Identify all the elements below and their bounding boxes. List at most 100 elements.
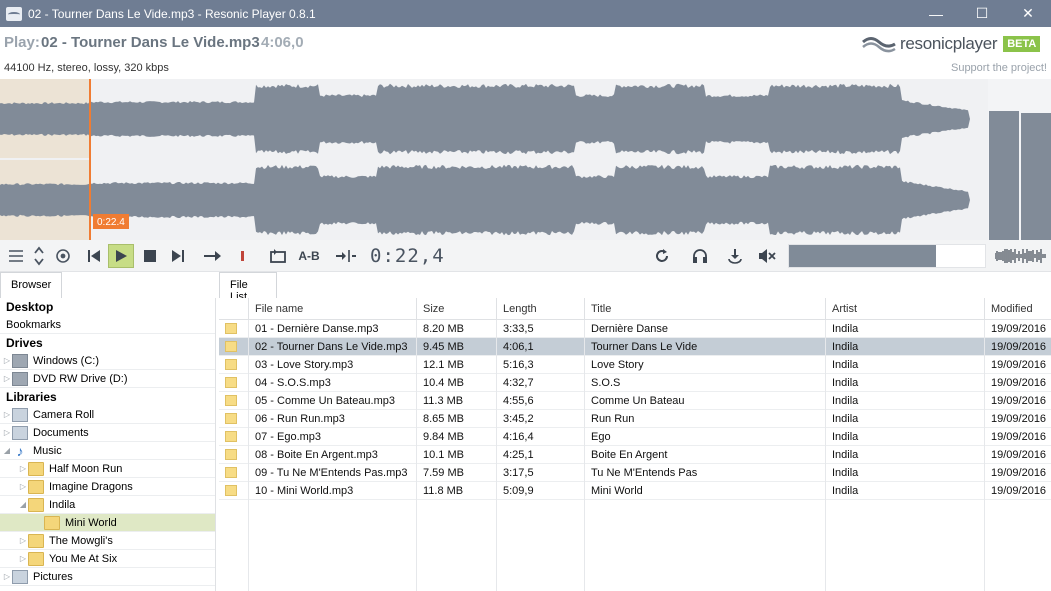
column-header-title[interactable]: Title xyxy=(584,298,825,320)
record-marker-icon[interactable] xyxy=(232,244,254,268)
file-row[interactable]: 06 - Run Run.mp3 8.65 MB 3:45,2 Run Run Indi… xyxy=(219,410,1051,428)
previous-track-button[interactable] xyxy=(82,244,106,268)
volume-up-down-icon[interactable] xyxy=(30,244,48,268)
play-button[interactable] xyxy=(108,244,134,268)
column-header-length[interactable]: Length xyxy=(496,298,584,320)
browser-item-mini-world[interactable]: Mini World xyxy=(0,514,215,532)
loop-icon[interactable] xyxy=(266,244,290,268)
download-icon[interactable] xyxy=(722,244,748,268)
cell-artist: Indila xyxy=(825,446,984,464)
file-row[interactable]: 07 - Ego.mp3 9.84 MB 4:16,4 Ego Indila 19/09/… xyxy=(219,428,1051,446)
expanded-arrow-icon[interactable]: ◢ xyxy=(2,446,12,455)
library-icon xyxy=(12,407,28,422)
cell-modified: 19/09/2016 xyxy=(984,338,1051,356)
browser-item-indila[interactable]: ◢ Indila xyxy=(0,496,215,514)
audio-file-icon xyxy=(225,359,237,370)
cell-artist: Indila xyxy=(825,374,984,392)
folder-icon xyxy=(28,461,44,476)
column-divider xyxy=(416,320,417,591)
browser-item-libraries[interactable]: Libraries xyxy=(0,388,215,406)
collapsed-arrow-icon[interactable]: ▷ xyxy=(2,572,12,581)
support-link[interactable]: Support the project! xyxy=(951,62,1047,74)
cell-title: Love Story xyxy=(584,356,825,374)
file-row[interactable]: 10 - Mini World.mp3 11.8 MB 5:09,9 Mini Wor… xyxy=(219,482,1051,500)
browser-item-documents[interactable]: ▷ Documents xyxy=(0,424,215,442)
skip-silence-icon[interactable] xyxy=(332,244,360,268)
file-row[interactable]: 03 - Love Story.mp3 12.1 MB 5:16,3 Love Sto… xyxy=(219,356,1051,374)
browser-tree: Desktop Bookmarks Drives ▷ Windows (C:) ▷ DVD … xyxy=(0,298,216,591)
collapsed-arrow-icon[interactable]: ▷ xyxy=(18,554,28,563)
waveform-graphic[interactable]: 0:22.4 xyxy=(0,79,988,240)
column-header-file-name[interactable]: File name xyxy=(248,298,416,320)
browser-item-imagine-dragons[interactable]: ▷ Imagine Dragons xyxy=(0,478,215,496)
browser-item-drives[interactable]: Drives xyxy=(0,334,215,352)
collapsed-arrow-icon[interactable]: ▷ xyxy=(2,410,12,419)
logo-wordmark: resonicplayer xyxy=(900,34,998,53)
vu-left-bar xyxy=(989,111,1019,240)
file-row[interactable]: 04 - S.O.S.mp3 10.4 MB 4:32,7 S.O.S Indila 19… xyxy=(219,374,1051,392)
browser-item-label: DVD RW Drive (D:) xyxy=(33,372,128,385)
autoplay-next-icon[interactable] xyxy=(200,244,226,268)
time-display: 0:22,4 xyxy=(370,245,445,267)
maximize-button[interactable]: ☐ xyxy=(959,0,1005,27)
browser-item-dvd-rw-drive-d[interactable]: ▷ DVD RW Drive (D:) xyxy=(0,370,215,388)
column-header-icon[interactable] xyxy=(219,298,248,320)
file-row[interactable]: 01 - Dernière Danse.mp3 8.20 MB 3:33,5 Dern… xyxy=(219,320,1051,338)
cell-size: 12.1 MB xyxy=(416,356,496,374)
cell-file-name: 06 - Run Run.mp3 xyxy=(248,410,416,428)
close-button[interactable]: ✕ xyxy=(1005,0,1051,27)
collapsed-arrow-icon[interactable]: ▷ xyxy=(2,428,12,437)
cell-length: 5:09,9 xyxy=(496,482,584,500)
browser-item-music[interactable]: ◢ ♪ Music xyxy=(0,442,215,460)
volume-slider[interactable] xyxy=(788,244,986,268)
ab-loop-button[interactable]: A-B xyxy=(294,244,324,268)
tab-file-list[interactable]: File List xyxy=(219,272,277,303)
file-row[interactable]: 02 - Tourner Dans Le Vide.mp3 9.45 MB 4:06… xyxy=(219,338,1051,356)
browser-item-you-me-at-six[interactable]: ▷ You Me At Six xyxy=(0,550,215,568)
cell-size: 9.84 MB xyxy=(416,428,496,446)
browser-item-bookmarks[interactable]: Bookmarks xyxy=(0,316,215,334)
browser-item-camera-roll[interactable]: ▷ Camera Roll xyxy=(0,406,215,424)
cell-length: 4:25,1 xyxy=(496,446,584,464)
file-row[interactable]: 08 - Boite En Argent.mp3 10.1 MB 4:25,1 Boi… xyxy=(219,446,1051,464)
collapsed-arrow-icon[interactable]: ▷ xyxy=(2,374,12,383)
mute-icon[interactable] xyxy=(754,244,780,268)
column-header-artist[interactable]: Artist xyxy=(825,298,984,320)
list-menu-icon[interactable] xyxy=(6,244,26,268)
collapsed-arrow-icon[interactable]: ▷ xyxy=(18,482,28,491)
stop-button[interactable] xyxy=(138,244,162,268)
cell-artist: Indila xyxy=(825,320,984,338)
cell-title: Boite En Argent xyxy=(584,446,825,464)
tab-browser[interactable]: Browser xyxy=(0,272,62,298)
cell-artist: Indila xyxy=(825,482,984,500)
collapsed-arrow-icon[interactable]: ▷ xyxy=(2,356,12,365)
library-icon xyxy=(12,569,28,584)
collapsed-arrow-icon[interactable]: ▷ xyxy=(18,536,28,545)
minimize-button[interactable]: — xyxy=(913,0,959,27)
browser-item-the-mowgli-s[interactable]: ▷ The Mowgli's xyxy=(0,532,215,550)
file-row[interactable]: 05 - Comme Un Bateau.mp3 11.3 MB 4:55,6 Com… xyxy=(219,392,1051,410)
column-header-modified[interactable]: Modified xyxy=(984,298,1051,320)
cell-size: 11.8 MB xyxy=(416,482,496,500)
browser-item-label: Desktop xyxy=(6,300,54,314)
browser-item-desktop[interactable]: Desktop xyxy=(0,298,215,316)
file-row[interactable]: 09 - Tu Ne M'Entends Pas.mp3 7.59 MB 3:17,… xyxy=(219,464,1051,482)
cell-file-name: 08 - Boite En Argent.mp3 xyxy=(248,446,416,464)
browser-item-windows-c[interactable]: ▷ Windows (C:) xyxy=(0,352,215,370)
audio-file-icon xyxy=(225,449,237,460)
browser-item-half-moon-run[interactable]: ▷ Half Moon Run xyxy=(0,460,215,478)
vu-right-bar xyxy=(1021,113,1051,240)
reload-icon[interactable] xyxy=(650,244,674,268)
target-icon[interactable] xyxy=(52,244,74,268)
column-header-size[interactable]: Size xyxy=(416,298,496,320)
headphones-icon[interactable] xyxy=(688,244,712,268)
waveform[interactable]: 0:22.4 xyxy=(0,79,988,240)
browser-item-pictures[interactable]: ▷ Pictures xyxy=(0,568,215,586)
collapsed-arrow-icon[interactable]: ▷ xyxy=(18,464,28,473)
expanded-arrow-icon[interactable]: ◢ xyxy=(18,500,28,509)
file-list-table: File name Size Length Title Artist Modified 0… xyxy=(219,298,1051,591)
waveform-mode-icon[interactable] xyxy=(994,244,1048,268)
next-track-button[interactable] xyxy=(166,244,190,268)
playhead[interactable] xyxy=(89,79,91,240)
cell-artist: Indila xyxy=(825,410,984,428)
